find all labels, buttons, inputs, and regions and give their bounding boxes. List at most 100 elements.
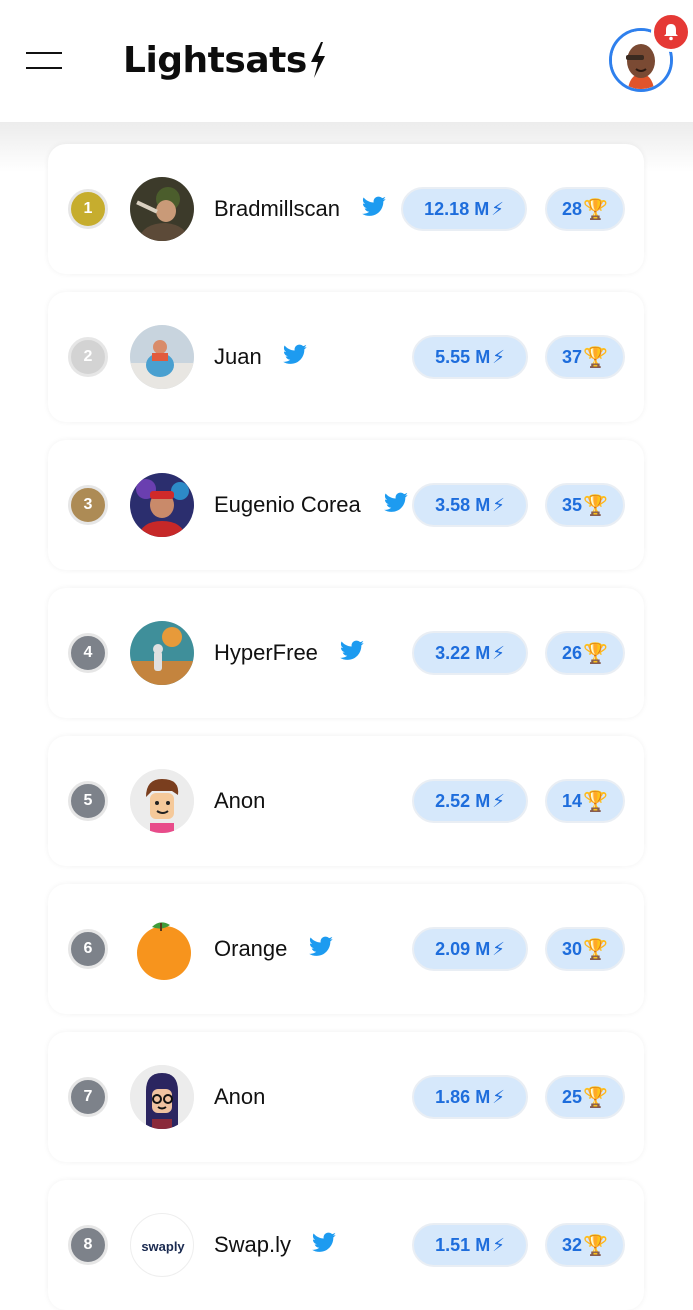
sats-pill[interactable]: 12.18 M ⚡ [401, 187, 527, 231]
sats-value: 1.51 M [435, 1234, 491, 1255]
user-avatar [130, 325, 194, 389]
profile-photo [130, 621, 194, 685]
sats-value: 2.09 M [435, 938, 491, 959]
cartoon-avatar [130, 1065, 194, 1129]
trophies-count: 32 [562, 1234, 583, 1255]
trophy-icon: 🏆 [583, 790, 608, 813]
trophy-icon: 🏆 [583, 642, 608, 665]
trophies-pill[interactable]: 35 🏆 [545, 483, 625, 527]
sats-pill[interactable]: 2.52 M ⚡ [412, 779, 528, 823]
trophies-pill[interactable]: 37 🏆 [545, 335, 625, 379]
sats-value: 2.52 M [435, 790, 491, 811]
profile-photo [130, 473, 194, 537]
twitter-icon[interactable] [339, 640, 365, 662]
username: Anon [214, 788, 266, 813]
sats-pill[interactable]: 5.55 M ⚡ [412, 335, 528, 379]
user-avatar: swaply [130, 1213, 194, 1277]
rank-badge: 2 [68, 337, 108, 377]
trophies-count: 26 [562, 642, 583, 663]
trophies-pill[interactable]: 32 🏆 [545, 1223, 625, 1267]
username: Orange [214, 936, 288, 961]
trophies-count: 30 [562, 938, 583, 959]
rank-badge: 8 [68, 1225, 108, 1265]
lightning-icon: ⚡ [492, 1086, 505, 1107]
twitter-icon[interactable] [311, 1232, 337, 1254]
notification-bell-button[interactable] [651, 12, 691, 52]
trophies-count: 28 [562, 198, 583, 219]
username: Juan [214, 344, 262, 369]
sats-pill[interactable]: 2.09 M ⚡ [412, 927, 528, 971]
swaply-logo: swaply [141, 1238, 185, 1254]
leaderboard-list: 1 Bradmillscan 12.18 M ⚡ 28 🏆 2 Juan 5.5… [0, 0, 693, 1310]
username: Swap.ly [214, 1232, 292, 1257]
user-avatar [130, 917, 194, 981]
sats-value: 5.55 M [435, 346, 491, 367]
trophies-pill[interactable]: 28 🏆 [545, 187, 625, 231]
username: HyperFree [214, 640, 318, 665]
app-logo[interactable]: Lightsats [123, 38, 327, 82]
trophies-count: 35 [562, 494, 583, 515]
username: Anon [214, 1084, 266, 1109]
rank-badge: 6 [68, 929, 108, 969]
trophies-count: 14 [562, 790, 583, 811]
rank-badge: 3 [68, 485, 108, 525]
lightning-icon [310, 42, 325, 78]
trophy-icon: 🏆 [583, 494, 608, 517]
trophies-pill[interactable]: 25 🏆 [545, 1075, 625, 1119]
trophies-count: 37 [562, 346, 583, 367]
user-avatar [130, 769, 194, 833]
twitter-icon[interactable] [282, 344, 308, 366]
sats-pill[interactable]: 1.51 M ⚡ [412, 1223, 528, 1267]
lightning-icon: ⚡ [492, 790, 505, 811]
app-title: Lightsats [123, 39, 307, 81]
sats-value: 3.22 M [435, 642, 491, 663]
user-avatar [130, 621, 194, 685]
hamburger-menu-icon[interactable] [26, 50, 62, 72]
leaderboard-row[interactable]: 6 Orange 2.09 M ⚡ 30 🏆 [48, 884, 644, 1014]
twitter-icon[interactable] [361, 196, 387, 218]
leaderboard-row[interactable]: 3 Eugenio Corea 3.58 M ⚡ 35 🏆 [48, 440, 644, 570]
trophy-icon: 🏆 [583, 346, 608, 369]
profile-photo [130, 325, 194, 389]
app-header: Lightsats [0, 0, 693, 122]
sats-pill[interactable]: 3.58 M ⚡ [412, 483, 528, 527]
rank-badge: 1 [68, 189, 108, 229]
username: Bradmillscan [214, 196, 340, 221]
leaderboard-row[interactable]: 8 swaply Swap.ly 1.51 M ⚡ 32 🏆 [48, 1180, 644, 1310]
trophy-icon: 🏆 [583, 1086, 608, 1109]
lightning-icon: ⚡ [492, 1234, 505, 1255]
trophy-icon: 🏆 [583, 1234, 608, 1257]
twitter-icon[interactable] [308, 936, 334, 958]
user-avatar [130, 1065, 194, 1129]
rank-badge: 4 [68, 633, 108, 673]
twitter-icon[interactable] [383, 492, 409, 514]
lightning-icon: ⚡ [492, 642, 505, 663]
trophies-pill[interactable]: 26 🏆 [545, 631, 625, 675]
user-avatar [130, 177, 194, 241]
user-avatar [130, 473, 194, 537]
leaderboard-row[interactable]: 4 HyperFree 3.22 M ⚡ 26 🏆 [48, 588, 644, 718]
trophy-icon: 🏆 [583, 198, 608, 221]
lightning-icon: ⚡ [492, 494, 505, 515]
lightning-icon: ⚡ [492, 938, 505, 959]
sats-value: 1.86 M [435, 1086, 491, 1107]
lightning-icon: ⚡ [491, 198, 504, 219]
cartoon-avatar [130, 769, 194, 833]
username: Eugenio Corea [214, 492, 361, 517]
trophies-count: 25 [562, 1086, 583, 1107]
sats-value: 12.18 M [424, 198, 490, 219]
leaderboard-row[interactable]: 5 Anon 2.52 M ⚡ 14 🏆 [48, 736, 644, 866]
sats-value: 3.58 M [435, 494, 491, 515]
lightning-icon: ⚡ [492, 346, 505, 367]
trophies-pill[interactable]: 30 🏆 [545, 927, 625, 971]
sats-pill[interactable]: 1.86 M ⚡ [412, 1075, 528, 1119]
rank-badge: 5 [68, 781, 108, 821]
sats-pill[interactable]: 3.22 M ⚡ [412, 631, 528, 675]
leaderboard-row[interactable]: 2 Juan 5.55 M ⚡ 37 🏆 [48, 292, 644, 422]
leaderboard-row[interactable]: 7 Anon 1.86 M ⚡ 25 🏆 [48, 1032, 644, 1162]
orange-icon [137, 922, 191, 980]
leaderboard-row[interactable]: 1 Bradmillscan 12.18 M ⚡ 28 🏆 [48, 144, 644, 274]
bell-icon [664, 24, 678, 41]
trophies-pill[interactable]: 14 🏆 [545, 779, 625, 823]
profile-photo [130, 177, 194, 241]
